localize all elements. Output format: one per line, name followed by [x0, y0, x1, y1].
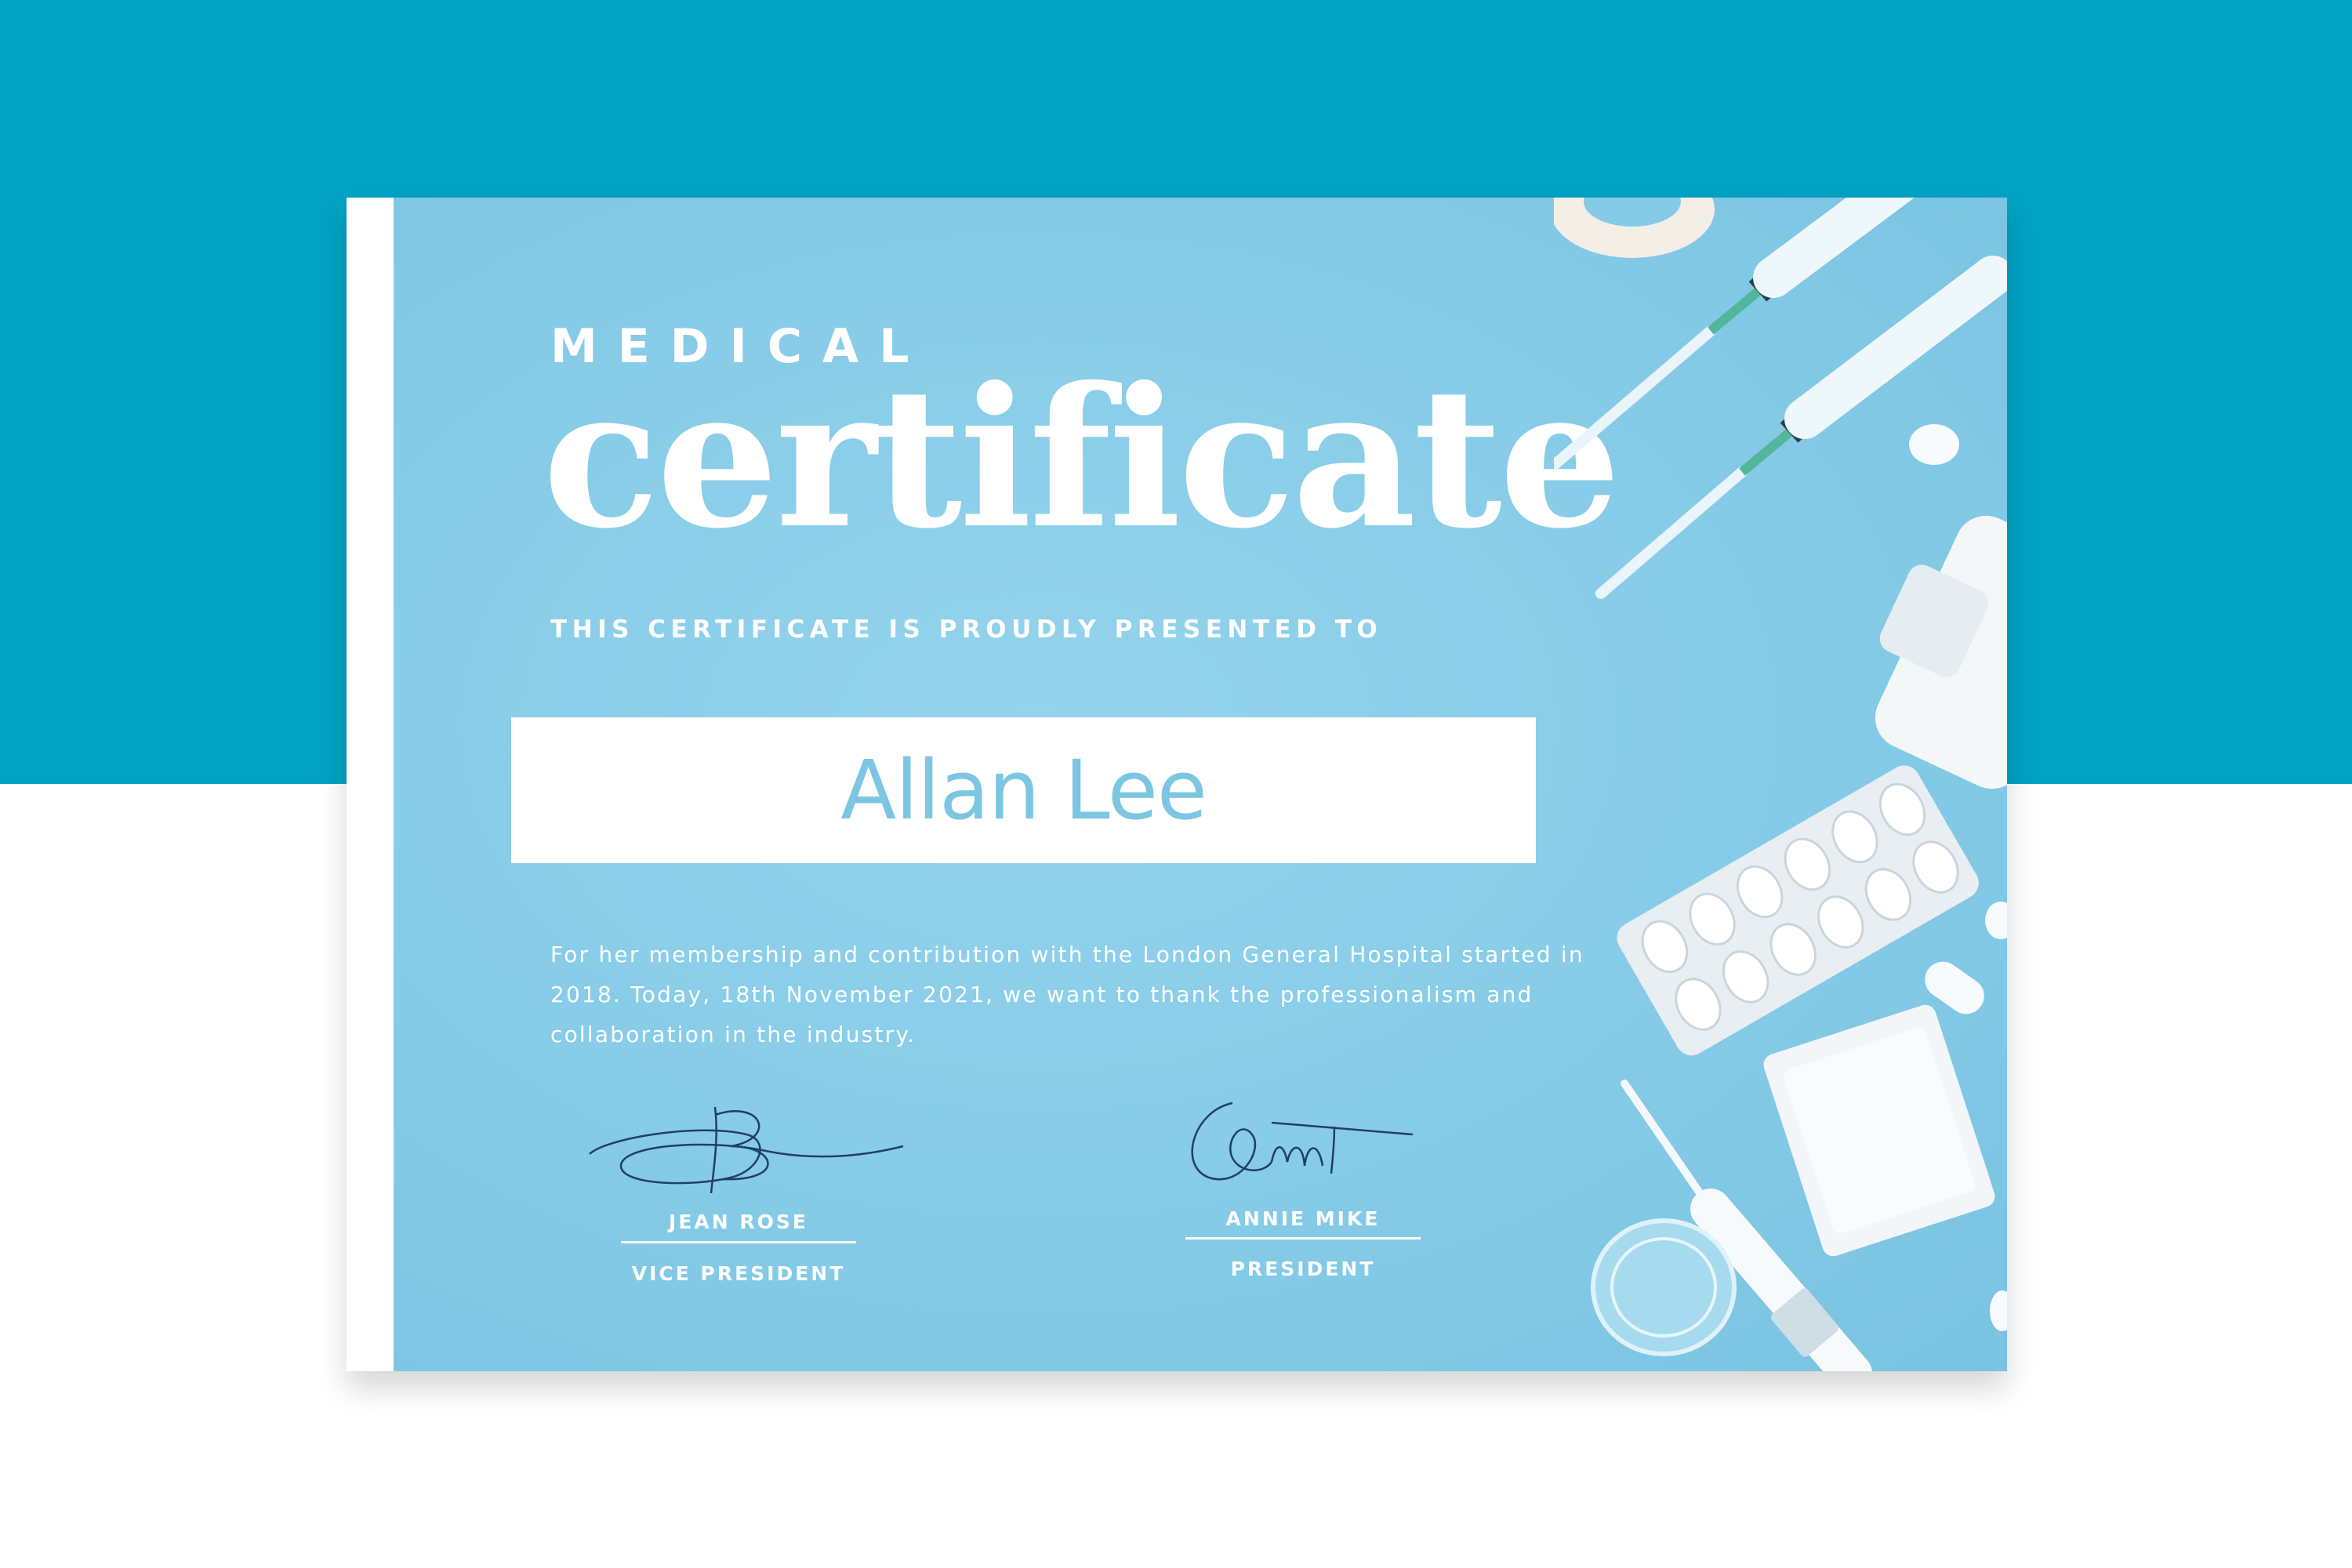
tape-roll-icon — [1554, 198, 1715, 258]
pill-bottle-icon — [1875, 515, 2007, 789]
tablet-icon — [1909, 424, 1959, 465]
presented-to-label: THIS CERTIFICATE IS PROUDLY PRESENTED TO — [550, 615, 1383, 644]
tablet-icon — [1985, 902, 2007, 939]
signatory-name: JEAN ROSE — [669, 1210, 808, 1233]
signatory-role: PRESIDENT — [1230, 1258, 1376, 1280]
recipient-name-box: Allan Lee — [511, 717, 1536, 863]
signature-block-2: ANNIE MIKE PRESIDENT — [1178, 1091, 1428, 1327]
signature-line — [621, 1241, 856, 1243]
signatory-name: ANNIE MIKE — [1225, 1207, 1381, 1230]
signature-line — [1185, 1237, 1421, 1240]
gauze-icon — [1763, 1004, 1995, 1257]
recipient-name: Allan Lee — [840, 742, 1207, 838]
certificate-body: For her membership and contribution with… — [550, 942, 1584, 1047]
medical-supplies-illustration — [1554, 198, 2007, 1371]
signature-block-1: JEAN ROSE VICE PRESIDENT — [589, 1091, 904, 1327]
certificate-panel: MEDICAL certificate THIS CERTIFICATE IS … — [394, 198, 2007, 1371]
tablet-icon — [1990, 1290, 2007, 1331]
certificate-card: MEDICAL certificate THIS CERTIFICATE IS … — [347, 198, 2007, 1371]
certificate-title: certificate — [543, 345, 1621, 571]
signature-scribble-icon — [1191, 1102, 1414, 1181]
signature-scribble-icon — [589, 1106, 904, 1194]
petri-dish-icon — [1591, 1218, 1737, 1356]
signatory-role: VICE PRESIDENT — [631, 1262, 846, 1285]
